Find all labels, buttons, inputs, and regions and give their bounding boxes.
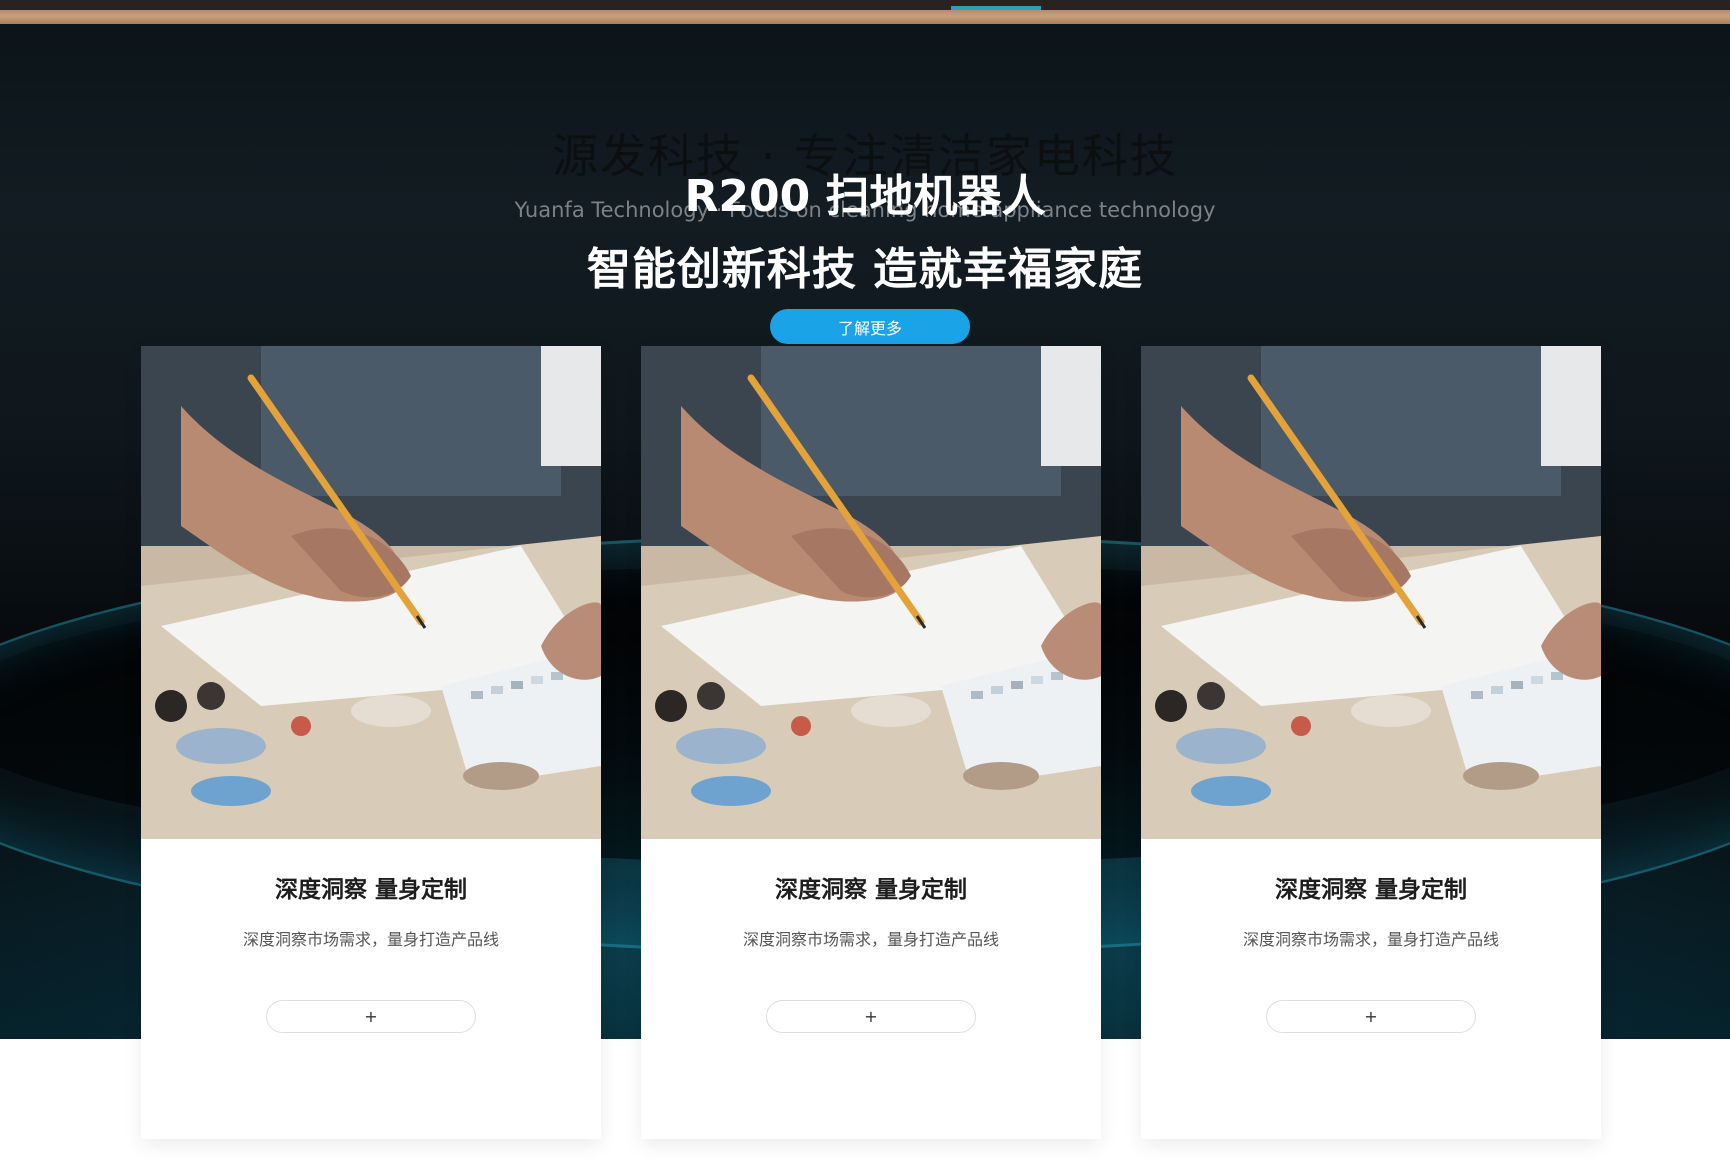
card-photo xyxy=(641,346,1101,839)
card-title: 深度洞察 量身定制 xyxy=(274,877,467,903)
feature-card[interactable]: 深度洞察 量身定制 深度洞察市场需求，量身打造产品线 + xyxy=(141,346,601,1139)
card-expand-button[interactable]: + xyxy=(766,1000,976,1033)
learn-more-button[interactable]: 了解更多 xyxy=(770,309,970,344)
card-expand-button[interactable]: + xyxy=(266,1000,476,1033)
card-description: 深度洞察市场需求，量身打造产品线 xyxy=(242,930,499,949)
card-title: 深度洞察 量身定制 xyxy=(774,877,967,903)
hero-product-title: R200 扫地机器人 xyxy=(684,171,1046,222)
top-wood-banner xyxy=(0,0,1730,24)
slider-indicator[interactable] xyxy=(951,6,1041,10)
card-expand-button[interactable]: + xyxy=(1266,1000,1476,1033)
card-description: 深度洞察市场需求，量身打造产品线 xyxy=(742,930,999,949)
card-title: 深度洞察 量身定制 xyxy=(1274,877,1467,903)
card-photo xyxy=(141,346,601,839)
card-description: 深度洞察市场需求，量身打造产品线 xyxy=(1242,930,1499,949)
card-photo xyxy=(1141,346,1601,839)
feature-card[interactable]: 深度洞察 量身定制 深度洞察市场需求，量身打造产品线 + xyxy=(641,346,1101,1139)
feature-card[interactable]: 深度洞察 量身定制 深度洞察市场需求，量身打造产品线 + xyxy=(1141,346,1601,1139)
hero-slogan: 智能创新科技 造就幸福家庭 xyxy=(586,244,1144,295)
